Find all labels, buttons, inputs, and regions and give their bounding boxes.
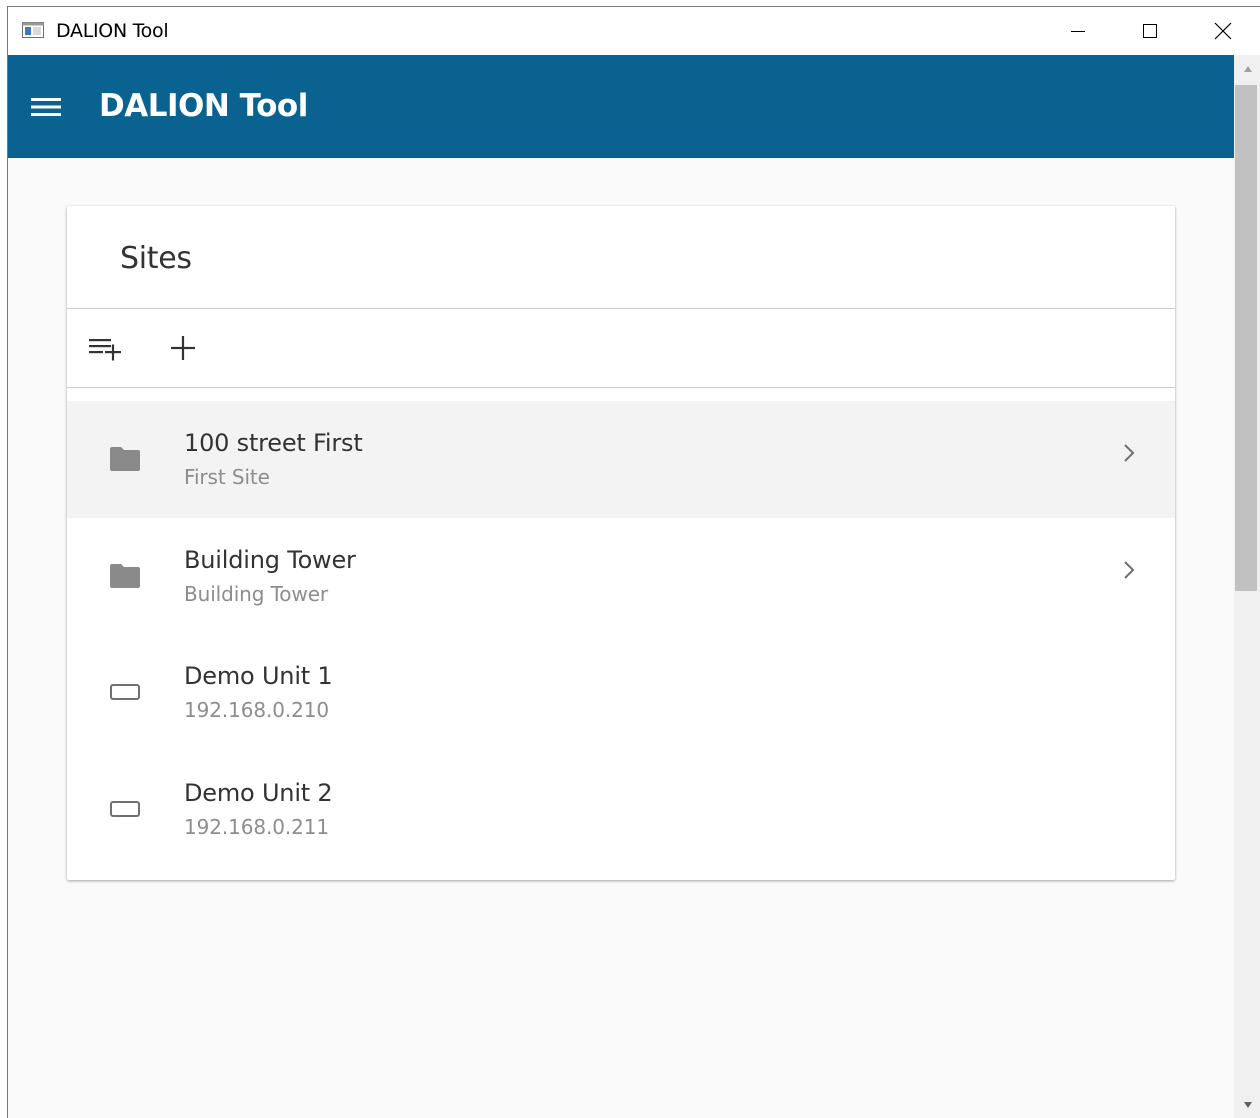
device-icon <box>107 793 143 825</box>
playlist-add-icon <box>89 339 121 361</box>
card-header: Sites <box>67 206 1175 309</box>
app-title: DALION Tool <box>99 88 308 124</box>
title-bar[interactable]: DALION Tool <box>8 7 1260 55</box>
scrollbar-thumb[interactable] <box>1235 85 1257 591</box>
maximize-button[interactable] <box>1114 7 1186 55</box>
folder-icon <box>107 443 143 475</box>
folder-icon <box>107 560 143 592</box>
item-title: 100 street First <box>184 429 363 457</box>
maximize-icon <box>1143 24 1157 38</box>
window-title: DALION Tool <box>56 20 169 42</box>
item-subtitle: 192.168.0.210 <box>184 698 330 722</box>
arrow-down-icon <box>1243 1102 1252 1108</box>
item-title: Demo Unit 2 <box>184 778 333 807</box>
item-subtitle: First Site <box>184 465 270 489</box>
list-item[interactable]: Building Tower Building Tower <box>67 518 1175 635</box>
app-window: DALION Tool DALION Tool Sites 100 street… <box>7 6 1260 1118</box>
sites-list: 100 street First First Site Building Tow… <box>67 401 1175 867</box>
app-bar: DALION Tool <box>8 55 1234 158</box>
chevron-right-icon[interactable] <box>1117 441 1141 465</box>
add-button[interactable] <box>163 328 203 368</box>
hamburger-icon <box>31 98 61 116</box>
close-button[interactable] <box>1187 7 1259 55</box>
scroll-up-button[interactable] <box>1234 55 1260 83</box>
card-toolbar <box>67 309 1175 388</box>
scroll-down-button[interactable] <box>1234 1091 1260 1118</box>
device-icon <box>107 676 143 708</box>
arrow-up-icon <box>1243 66 1252 72</box>
app-window-icon <box>22 22 44 38</box>
add-to-list-button[interactable] <box>85 328 125 368</box>
minimize-button[interactable] <box>1042 7 1114 55</box>
plus-icon <box>171 336 195 360</box>
item-title: Building Tower <box>184 545 356 574</box>
menu-button[interactable] <box>26 87 66 127</box>
chevron-right-icon[interactable] <box>1117 558 1141 582</box>
list-item[interactable]: Demo Unit 1 192.168.0.210 <box>67 634 1175 751</box>
item-subtitle: Building Tower <box>184 581 329 606</box>
close-icon <box>1214 22 1232 40</box>
list-item[interactable]: Demo Unit 2 192.168.0.211 <box>67 751 1175 868</box>
vertical-scrollbar[interactable] <box>1234 55 1260 1118</box>
card-title: Sites <box>120 241 192 276</box>
item-subtitle: 192.168.0.211 <box>184 814 330 839</box>
sites-card: Sites 100 street First First Site Buildi… <box>67 206 1175 880</box>
item-title: Demo Unit 1 <box>184 662 333 690</box>
minimize-icon <box>1071 31 1085 32</box>
list-item[interactable]: 100 street First First Site <box>67 401 1175 518</box>
